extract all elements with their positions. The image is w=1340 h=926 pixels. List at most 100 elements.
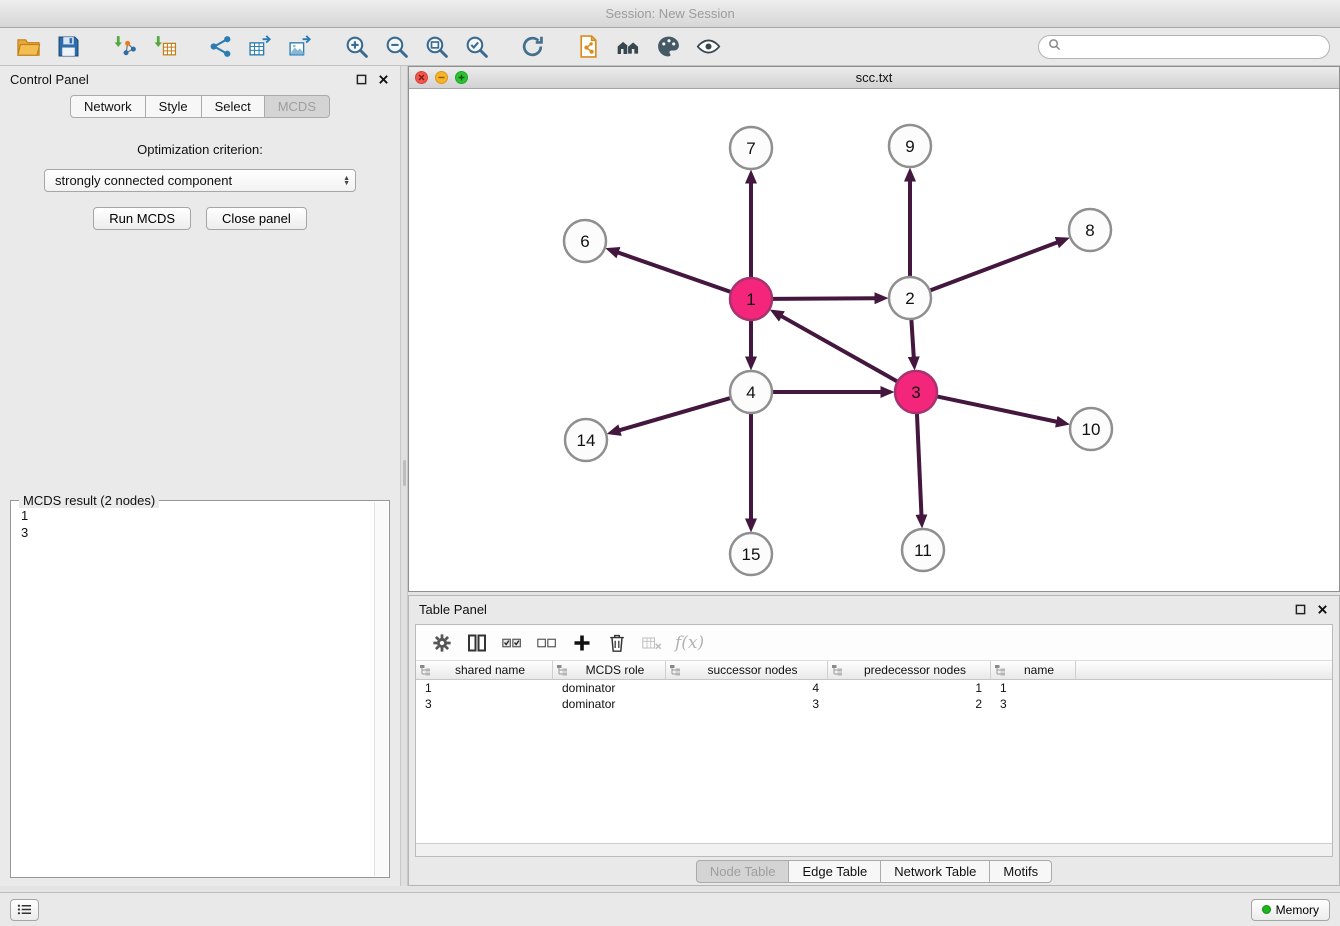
cell-shared-name[interactable]: 3 [416, 697, 553, 711]
mcds-result-line: 3 [21, 524, 379, 541]
graph-node-label-10: 10 [1082, 420, 1101, 439]
table-toolbar: f(x) [416, 625, 1332, 661]
cell-successor-nodes[interactable]: 3 [666, 697, 828, 711]
graph-node-label-9: 9 [905, 137, 914, 156]
sort-tree-icon [669, 664, 681, 676]
deselect-all-icon[interactable] [535, 630, 559, 656]
gear-icon[interactable] [430, 630, 454, 656]
optimization-label: Optimization criterion: [137, 142, 263, 157]
table-tab-edge-table[interactable]: Edge Table [789, 860, 881, 883]
table-tab-node-table[interactable]: Node Table [696, 860, 790, 883]
add-row-icon[interactable] [570, 630, 594, 656]
first-neighbors-icon[interactable] [570, 32, 607, 62]
select-all-icon[interactable] [500, 630, 524, 656]
export-image-icon[interactable] [282, 32, 319, 62]
column-label: successor nodes [681, 663, 824, 677]
table-row[interactable]: 3dominator323 [416, 696, 1332, 712]
cell-mcds-role[interactable]: dominator [553, 697, 666, 711]
graph-node-label-1: 1 [746, 290, 755, 309]
column-icon[interactable] [465, 630, 489, 656]
tab-mcds[interactable]: MCDS [265, 95, 330, 118]
import-table-icon[interactable] [146, 32, 183, 62]
table-panel-title: Table Panel [419, 602, 487, 617]
open-folder-icon[interactable] [10, 32, 47, 62]
column-label: name [1006, 663, 1072, 677]
tab-style[interactable]: Style [146, 95, 202, 118]
cell-name[interactable]: 1 [991, 681, 1076, 695]
table-tab-network-table[interactable]: Network Table [881, 860, 990, 883]
graph-edge-3-10[interactable] [938, 397, 1057, 422]
maximize-window-icon[interactable] [455, 71, 468, 84]
close-window-icon[interactable] [415, 71, 428, 84]
tab-network[interactable]: Network [70, 95, 146, 118]
table-panel-tabs: Node TableEdge TableNetwork TableMotifs [409, 857, 1339, 885]
cell-successor-nodes[interactable]: 4 [666, 681, 828, 695]
search-box[interactable] [1038, 35, 1330, 59]
table-hscrollbar[interactable] [416, 843, 1332, 856]
import-network-icon[interactable] [106, 32, 143, 62]
cell-predecessor-nodes[interactable]: 2 [828, 697, 991, 711]
network-canvas[interactable]: 7968124314101115 [409, 89, 1339, 591]
graph-edge-3-11[interactable] [917, 414, 921, 515]
graph-node-label-15: 15 [742, 545, 761, 564]
run-mcds-button[interactable]: Run MCDS [93, 207, 191, 230]
control-panel-title: Control Panel [10, 72, 89, 87]
save-icon[interactable] [50, 32, 87, 62]
result-scrollbar[interactable] [374, 502, 388, 876]
graph-edge-1-6[interactable] [618, 253, 730, 292]
search-input[interactable] [1067, 39, 1320, 54]
mcds-result-box: MCDS result (2 nodes) 13 [10, 500, 390, 878]
column-label: MCDS role [568, 663, 662, 677]
network-window-titlebar: scc.txt [409, 67, 1339, 89]
table-tab-motifs[interactable]: Motifs [990, 860, 1052, 883]
zoom-selected-icon[interactable] [458, 32, 495, 62]
tab-select[interactable]: Select [202, 95, 265, 118]
memory-status-dot [1262, 905, 1271, 914]
graph-node-label-7: 7 [746, 139, 755, 158]
style-icon[interactable] [650, 32, 687, 62]
network-share-icon[interactable] [202, 32, 239, 62]
refresh-layout-icon[interactable] [514, 32, 551, 62]
close-panel-icon[interactable] [377, 73, 390, 86]
panel-splitter[interactable] [400, 66, 408, 886]
column-label: predecessor nodes [843, 663, 987, 677]
column-header-name[interactable]: name [991, 661, 1076, 679]
table-toolbar-icons [430, 630, 664, 656]
column-header-shared-name[interactable]: shared name [416, 661, 553, 679]
graph-edge-1-2[interactable] [773, 298, 875, 299]
function-builder-icon[interactable]: f(x) [675, 633, 704, 653]
graph-edge-4-14[interactable] [620, 398, 730, 430]
export-table-icon[interactable] [242, 32, 279, 62]
eye-icon[interactable] [690, 32, 727, 62]
close-table-panel-icon[interactable] [1316, 603, 1329, 616]
close-panel-button[interactable]: Close panel [206, 207, 307, 230]
right-area: scc.txt 7968124314101115 Table Panel [408, 66, 1340, 886]
column-header-successor-nodes[interactable]: successor nodes [666, 661, 828, 679]
task-history-button[interactable] [10, 899, 39, 921]
memory-button[interactable]: Memory [1251, 899, 1330, 921]
mcds-result-line: 1 [21, 507, 379, 524]
float-table-panel-icon[interactable] [1294, 603, 1307, 616]
graph-edge-3-1[interactable] [781, 316, 896, 381]
graph-edge-2-3[interactable] [911, 320, 913, 357]
zoom-fit-icon[interactable] [418, 32, 455, 62]
zoom-in-icon[interactable] [338, 32, 375, 62]
float-panel-icon[interactable] [355, 73, 368, 86]
minimize-window-icon[interactable] [435, 71, 448, 84]
cell-name[interactable]: 3 [991, 697, 1076, 711]
column-header-mcds-role[interactable]: MCDS role [553, 661, 666, 679]
graph-edge-2-8[interactable] [931, 242, 1058, 290]
cell-predecessor-nodes[interactable]: 1 [828, 681, 991, 695]
home-icon[interactable] [610, 32, 647, 62]
column-label: shared name [431, 663, 549, 677]
column-header-predecessor-nodes[interactable]: predecessor nodes [828, 661, 991, 679]
trash-icon[interactable] [605, 630, 629, 656]
table-panel-header: Table Panel [409, 596, 1339, 622]
cell-mcds-role[interactable]: dominator [553, 681, 666, 695]
cell-shared-name[interactable]: 1 [416, 681, 553, 695]
table-row[interactable]: 1dominator411 [416, 680, 1332, 696]
sort-tree-icon [556, 664, 568, 676]
chevron-updown-icon: ▲▼ [343, 176, 350, 186]
zoom-out-icon[interactable] [378, 32, 415, 62]
criterion-select[interactable]: strongly connected component ▲▼ [44, 169, 356, 192]
